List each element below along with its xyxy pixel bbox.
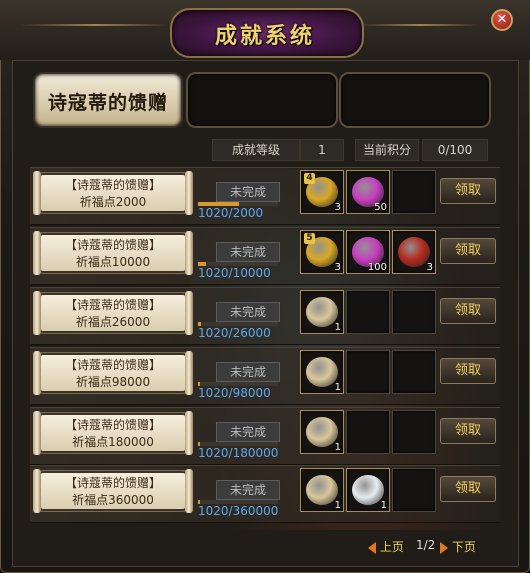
achievement-requirement: 祈福点180000 xyxy=(72,435,154,449)
title-ornament-left xyxy=(20,24,170,26)
achievement-title: 【诗蔻蒂的馈赠】 xyxy=(64,476,161,490)
achievement-requirement: 祈福点360000 xyxy=(72,493,154,507)
achievement-title: 【诗蔻蒂的馈赠】 xyxy=(64,298,161,312)
claim-button[interactable]: 领取 xyxy=(440,358,496,384)
claim-button[interactable]: 领取 xyxy=(440,476,496,502)
progress-text: 1020/10000 xyxy=(198,266,271,280)
achievement-title: 【诗蔻蒂的馈赠】 xyxy=(64,358,161,372)
achievement-row: 【诗蔻蒂的馈赠】 祈福点360000 未完成 1020/360000 1 1 领取 xyxy=(30,465,500,523)
item-count: 3 xyxy=(334,262,341,273)
achievement-title-scroll: 【诗蔻蒂的馈赠】 祈福点2000 xyxy=(33,171,193,215)
progress-text: 1020/2000 xyxy=(198,206,264,220)
fortune-scroll-icon xyxy=(306,417,338,447)
reward-slot[interactable]: 1 xyxy=(300,410,344,454)
reward-slot-empty xyxy=(392,468,436,512)
arrow-right-icon xyxy=(440,541,448,554)
achievement-row: 【诗蔻蒂的馈赠】 祈福点26000 未完成 1020/26000 1 领取 xyxy=(30,287,500,345)
next-page-label: 下页 xyxy=(451,540,476,554)
achievement-title: 【诗蔻蒂的馈赠】 xyxy=(64,178,161,192)
item-count: 3 xyxy=(426,262,433,273)
reward-slot[interactable]: 43 xyxy=(300,170,344,214)
reward-slot-empty xyxy=(392,170,436,214)
achievement-row: 【诗蔻蒂的馈赠】 祈福点180000 未完成 1020/180000 1 领取 xyxy=(30,407,500,465)
reward-slot[interactable]: 50 xyxy=(346,170,390,214)
reward-slot-empty xyxy=(392,290,436,334)
status-incomplete: 未完成 xyxy=(216,182,280,202)
achievement-title-scroll: 【诗蔻蒂的馈赠】 祈福点10000 xyxy=(33,231,193,275)
reward-slot[interactable]: 1 xyxy=(300,350,344,394)
reward-slot[interactable]: 3 xyxy=(392,230,436,274)
status-incomplete: 未完成 xyxy=(216,242,280,262)
white-orb-icon xyxy=(352,475,384,505)
achievement-title-scroll: 【诗蔻蒂的馈赠】 祈福点180000 xyxy=(33,411,193,455)
reward-slot[interactable]: 53 xyxy=(300,230,344,274)
tier-badge: 5 xyxy=(304,233,315,244)
claim-button[interactable]: 领取 xyxy=(440,238,496,264)
reward-slot[interactable]: 1 xyxy=(346,468,390,512)
tab-label: 诗寇蒂的馈赠 xyxy=(47,92,168,114)
achievement-row: 【诗蔻蒂的馈赠】 祈福点2000 未完成 1020/2000 4 3 50 领取 xyxy=(30,167,500,225)
achievement-requirement: 祈福点2000 xyxy=(79,195,147,209)
status-incomplete: 未完成 xyxy=(216,422,280,442)
fortune-scroll-icon xyxy=(306,475,338,505)
tab-empty-3[interactable] xyxy=(339,72,491,128)
achievement-title-scroll: 【诗蔻蒂的馈赠】 祈福点360000 xyxy=(33,469,193,513)
level-value: 1 xyxy=(300,139,344,161)
prev-page-label: 上页 xyxy=(379,540,404,554)
fortune-scroll-icon xyxy=(306,297,338,327)
arrow-left-icon xyxy=(368,541,376,554)
progress-text: 1020/98000 xyxy=(198,386,271,400)
page-indicator: 1/2 xyxy=(416,538,436,552)
status-incomplete: 未完成 xyxy=(216,480,280,500)
reward-slot-empty xyxy=(392,410,436,454)
reward-slot-empty xyxy=(346,350,390,394)
status-incomplete: 未完成 xyxy=(216,362,280,382)
achievement-requirement: 祈福点10000 xyxy=(75,255,151,269)
item-count: 3 xyxy=(334,202,341,213)
achievement-row: 【诗蔻蒂的馈赠】 祈福点10000 未完成 1020/10000 5 3 100 3 领取 xyxy=(30,227,500,285)
status-incomplete: 未完成 xyxy=(216,302,280,322)
claim-button[interactable]: 领取 xyxy=(440,418,496,444)
level-label: 成就等级 xyxy=(212,139,300,161)
prev-page-button[interactable]: 上页 xyxy=(368,538,404,555)
achievement-title: 【诗蔻蒂的馈赠】 xyxy=(64,238,161,252)
reward-slot-empty xyxy=(346,290,390,334)
reward-slot[interactable]: 1 xyxy=(300,468,344,512)
points-label: 当前积分 xyxy=(355,139,419,161)
progress-text: 1020/360000 xyxy=(198,504,279,518)
reward-slot-empty xyxy=(346,410,390,454)
achievement-title-scroll: 【诗蔻蒂的馈赠】 祈福点26000 xyxy=(33,291,193,335)
tier-badge: 4 xyxy=(304,173,315,184)
reward-slot[interactable]: 100 xyxy=(346,230,390,274)
reward-slot-empty xyxy=(392,350,436,394)
achievement-title: 【诗蔻蒂的馈赠】 xyxy=(64,418,161,432)
tab-empty-2[interactable] xyxy=(186,72,338,128)
item-count: 100 xyxy=(367,262,387,273)
claim-button[interactable]: 领取 xyxy=(440,298,496,324)
item-count: 50 xyxy=(374,202,387,213)
red-scroll-icon xyxy=(398,237,430,267)
item-count: 1 xyxy=(334,500,341,511)
next-page-button[interactable]: 下页 xyxy=(440,538,476,555)
progress-text: 1020/26000 xyxy=(198,326,271,340)
title-ornament-right xyxy=(360,24,480,26)
item-count: 1 xyxy=(334,322,341,333)
fortune-scroll-icon xyxy=(306,357,338,387)
points-value: 0/100 xyxy=(422,139,488,161)
progress-text: 1020/180000 xyxy=(198,446,279,460)
tab-shikoudi-gift[interactable]: 诗寇蒂的馈赠 xyxy=(33,72,183,128)
achievement-row: 【诗蔻蒂的馈赠】 祈福点98000 未完成 1020/98000 1 领取 xyxy=(30,347,500,405)
item-count: 1 xyxy=(380,500,387,511)
achievement-requirement: 祈福点26000 xyxy=(75,315,151,329)
item-count: 1 xyxy=(334,382,341,393)
claim-button[interactable]: 领取 xyxy=(440,178,496,204)
item-count: 1 xyxy=(334,442,341,453)
close-icon[interactable]: ✕ xyxy=(491,9,513,31)
achievement-requirement: 祈福点98000 xyxy=(75,375,151,389)
reward-slot[interactable]: 1 xyxy=(300,290,344,334)
achievement-title-scroll: 【诗蔻蒂的馈赠】 祈福点98000 xyxy=(33,351,193,395)
window-title: 成就系统 xyxy=(214,24,315,49)
